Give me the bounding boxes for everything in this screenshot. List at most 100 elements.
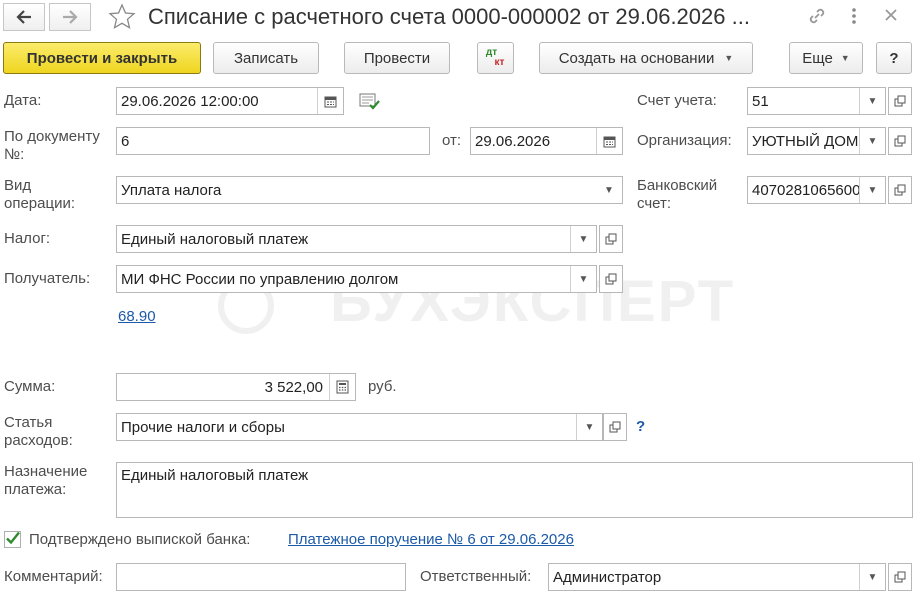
organization-select[interactable]: УЮТНЫЙ ДОМ ▼ <box>747 127 886 155</box>
expense-item-label-line1: Статья <box>4 414 53 431</box>
dropdown-arrow-icon[interactable]: ▼ <box>570 266 596 292</box>
open-recipient-button[interactable] <box>599 265 623 293</box>
account-label: Счет учета: <box>637 92 717 109</box>
account-select[interactable]: 51 ▼ <box>747 87 886 115</box>
dropdown-arrow-icon[interactable]: ▼ <box>596 177 622 203</box>
posted-status-indicator <box>359 93 381 115</box>
expense-help-link[interactable]: ? <box>636 418 645 435</box>
payment-order-link[interactable]: Платежное поручение № 6 от 29.06.2026 <box>288 531 574 548</box>
open-icon <box>605 273 617 285</box>
doc-number-value: 6 <box>121 132 130 150</box>
responsible-label: Ответственный: <box>420 568 532 585</box>
calendar-icon <box>603 136 616 147</box>
dropdown-arrow-icon[interactable]: ▼ <box>570 226 596 252</box>
account-value: 51 <box>752 92 769 110</box>
expense-item-value: Прочие налоги и сборы <box>121 418 285 436</box>
organization-label: Организация: <box>637 132 732 149</box>
payment-purpose-label-line2: платежа: <box>4 481 67 498</box>
bank-confirmed-checkbox[interactable] <box>4 531 21 548</box>
responsible-select[interactable]: Администратор ▼ <box>548 563 886 591</box>
bank-confirmed-label: Подтверждено выпиской банка: <box>29 531 251 548</box>
window-title: Списание с расчетного счета 0000-000002 … <box>148 4 750 29</box>
sum-input[interactable]: 3 522,00 <box>116 373 356 401</box>
calendar-button[interactable] <box>596 128 622 154</box>
settlement-account-link[interactable]: 68.90 <box>118 308 156 325</box>
dropdown-arrow-icon[interactable]: ▼ <box>859 564 885 590</box>
link-button[interactable] <box>806 5 828 31</box>
open-icon <box>605 233 617 245</box>
more-button[interactable]: Еще ▼ <box>789 42 863 74</box>
dt-kt-button[interactable]: дт кт <box>477 42 514 74</box>
close-icon <box>885 9 897 21</box>
doc-date-value: 29.06.2026 <box>475 132 551 150</box>
tax-select[interactable]: Единый налоговый платеж ▼ <box>116 225 597 253</box>
open-icon <box>894 184 906 196</box>
calculator-button[interactable] <box>329 374 355 400</box>
dropdown-arrow-icon[interactable]: ▼ <box>859 177 885 203</box>
back-button[interactable] <box>3 3 45 31</box>
dropdown-arrow-icon[interactable]: ▼ <box>859 88 885 114</box>
expense-item-label-line2: расходов: <box>4 432 73 449</box>
open-icon <box>609 421 621 433</box>
currency-label: руб. <box>368 378 397 395</box>
sum-label: Сумма: <box>4 378 56 395</box>
post-and-close-button[interactable]: Провести и закрыть <box>3 42 201 74</box>
bank-account-label-line2: счет: <box>637 195 672 212</box>
bank-account-label-line1: Банковский <box>637 177 718 194</box>
open-account-button[interactable] <box>888 87 912 115</box>
comment-label: Комментарий: <box>4 568 103 585</box>
doc-number-label-line2: №: <box>4 146 25 163</box>
arrow-right-icon <box>63 10 78 24</box>
link-icon <box>809 8 825 24</box>
dropdown-arrow-icon[interactable]: ▼ <box>859 128 885 154</box>
date-value: 29.06.2026 12:00:00 <box>121 92 259 110</box>
checkmark-icon <box>6 531 20 545</box>
date-field[interactable]: 29.06.2026 12:00:00 <box>116 87 344 115</box>
calendar-icon <box>324 96 337 107</box>
document-posted-icon <box>359 93 380 110</box>
open-icon <box>894 95 906 107</box>
comment-input[interactable] <box>116 563 406 591</box>
open-organization-button[interactable] <box>888 127 912 155</box>
payment-purpose-label-line1: Назначение <box>4 463 88 480</box>
create-based-on-button[interactable]: Создать на основании ▼ <box>539 42 753 74</box>
doc-number-input[interactable]: 6 <box>116 127 430 155</box>
more-label: Еще <box>802 49 833 67</box>
recipient-select[interactable]: МИ ФНС России по управлению долгом ▼ <box>116 265 597 293</box>
doc-date-field[interactable]: 29.06.2026 <box>470 127 623 155</box>
favorite-button[interactable] <box>107 2 137 36</box>
calculator-icon <box>336 380 349 394</box>
bank-account-select[interactable]: 40702810656000 ▼ <box>747 176 886 204</box>
dropdown-arrow-icon: ▼ <box>840 53 850 63</box>
save-button[interactable]: Записать <box>213 42 319 74</box>
tax-value: Единый налоговый платеж <box>121 230 309 248</box>
doc-number-label-line1: По документу <box>4 128 100 145</box>
doc-date-label: от: <box>442 132 462 149</box>
bank-account-value: 40702810656000 <box>752 181 859 199</box>
star-icon <box>108 3 136 30</box>
open-expense-item-button[interactable] <box>603 413 627 441</box>
operation-type-label-line2: операции: <box>4 195 76 212</box>
post-button[interactable]: Провести <box>344 42 450 74</box>
operation-type-select[interactable]: Уплата налога ▼ <box>116 176 623 204</box>
dt-kt-icon-bottom: кт <box>494 57 505 68</box>
open-bank-account-button[interactable] <box>888 176 912 204</box>
more-vertical-button[interactable] <box>850 6 858 30</box>
recipient-value: МИ ФНС России по управлению долгом <box>121 270 399 288</box>
help-button[interactable]: ? <box>876 42 912 74</box>
expense-item-select[interactable]: Прочие налоги и сборы ▼ <box>116 413 603 441</box>
sum-value: 3 522,00 <box>264 378 323 396</box>
open-tax-button[interactable] <box>599 225 623 253</box>
dropdown-arrow-icon[interactable]: ▼ <box>576 414 602 440</box>
kebab-icon <box>852 8 856 24</box>
create-based-on-label: Создать на основании <box>558 49 715 67</box>
recipient-label: Получатель: <box>4 270 91 287</box>
arrow-left-icon <box>16 10 31 24</box>
open-icon <box>894 571 906 583</box>
calendar-button[interactable] <box>317 88 343 114</box>
open-responsible-button[interactable] <box>888 563 912 591</box>
payment-purpose-value: Единый налоговый платеж <box>121 467 309 484</box>
payment-purpose-textarea[interactable]: Единый налоговый платеж <box>116 462 913 518</box>
forward-button[interactable] <box>49 3 91 31</box>
close-button[interactable] <box>884 8 898 26</box>
